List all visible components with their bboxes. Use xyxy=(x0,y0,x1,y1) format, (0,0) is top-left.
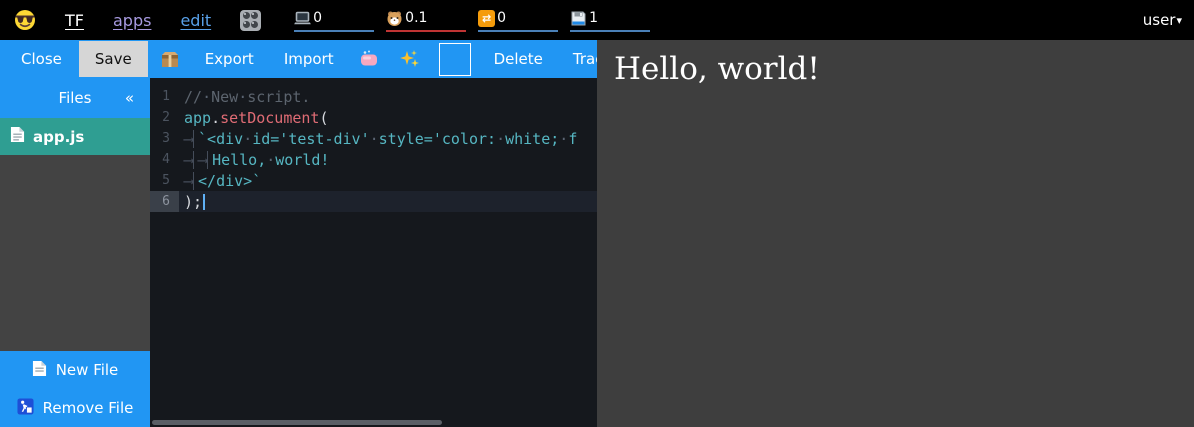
user-menu[interactable]: user ▾ xyxy=(1143,11,1182,29)
horizontal-scrollbar[interactable] xyxy=(152,420,442,425)
workspace: Files « app.js xyxy=(0,78,597,427)
hamster-icon xyxy=(386,10,403,27)
editor-app: Close Save Export Import xyxy=(0,40,597,427)
litter-bin-icon xyxy=(17,398,34,419)
code-text: ⟶</div>` xyxy=(179,172,261,190)
repeat-icon: ⇄ xyxy=(478,10,495,27)
line-number: 5 xyxy=(150,170,179,191)
package-icon[interactable] xyxy=(152,45,188,73)
counter-memory-bar xyxy=(386,30,466,32)
brand-link[interactable]: TF xyxy=(65,11,84,30)
code-line[interactable]: 2app.setDocument( xyxy=(150,107,597,128)
remove-file-label: Remove File xyxy=(43,399,134,417)
sparkles-icon[interactable] xyxy=(391,44,429,74)
line-number: 6 xyxy=(150,191,179,212)
code-editor[interactable]: 1//·New·script.2app.setDocument(3⟶`<div·… xyxy=(150,78,597,427)
code-line[interactable]: 3⟶`<div·id='test-div'·style='color:·whit… xyxy=(150,128,597,149)
files-sidebar: Files « app.js xyxy=(0,78,150,427)
toolbar-input[interactable] xyxy=(439,43,471,76)
code-line[interactable]: 5⟶</div>` xyxy=(150,170,597,191)
editor-toolbar: Close Save Export Import xyxy=(0,40,597,78)
close-button[interactable]: Close xyxy=(8,43,75,75)
line-number: 2 xyxy=(150,107,179,128)
counter-storage-value: 1 xyxy=(589,10,598,26)
counter-storage: 1 xyxy=(570,8,650,32)
file-name: app.js xyxy=(33,128,84,146)
code-text: ); xyxy=(179,193,205,211)
sidebar-actions: New File Remove File xyxy=(0,351,150,427)
sunglasses-face-icon[interactable] xyxy=(14,9,36,31)
import-button[interactable]: Import xyxy=(271,43,347,75)
new-file-button[interactable]: New File xyxy=(0,351,150,389)
main: Close Save Export Import xyxy=(0,40,1194,427)
soap-icon[interactable] xyxy=(351,45,387,73)
counter-cpu-bar xyxy=(294,30,374,32)
files-title: Files xyxy=(59,89,92,107)
code-line[interactable]: 1//·New·script. xyxy=(150,86,597,107)
file-item-appjs[interactable]: app.js xyxy=(0,118,150,155)
counter-sync-value: 0 xyxy=(497,10,506,26)
code-text: ⟶⟶Hello,·world! xyxy=(179,151,329,169)
chevron-down-icon: ▾ xyxy=(1176,14,1182,27)
new-file-label: New File xyxy=(56,361,119,379)
control-knobs-icon[interactable] xyxy=(240,10,261,31)
sidebar-empty-area xyxy=(0,155,150,351)
code-line[interactable]: 6); xyxy=(150,191,597,212)
counter-memory: 0.1 xyxy=(386,8,466,32)
counter-storage-bar xyxy=(570,30,650,32)
line-number: 1 xyxy=(150,86,179,107)
delete-button[interactable]: Delete xyxy=(481,43,556,75)
counter-cpu-value: 0 xyxy=(313,10,322,26)
status-counters: 0 0.1 xyxy=(294,8,650,32)
counter-memory-value: 0.1 xyxy=(405,10,427,26)
counter-cpu: 0 xyxy=(294,8,374,32)
nav-link-apps[interactable]: apps xyxy=(113,11,151,30)
collapse-sidebar-icon[interactable]: « xyxy=(125,89,134,107)
code-text: //·New·script. xyxy=(179,88,310,106)
new-file-icon xyxy=(32,360,47,381)
laptop-icon xyxy=(294,10,311,27)
save-button[interactable]: Save xyxy=(79,41,148,77)
user-menu-label: user xyxy=(1143,11,1176,29)
line-number: 4 xyxy=(150,149,179,170)
remove-file-button[interactable]: Remove File xyxy=(0,389,150,427)
counter-sync: ⇄ 0 xyxy=(478,8,558,32)
text-cursor xyxy=(203,194,205,210)
code-text: app.setDocument( xyxy=(179,109,329,127)
document-icon xyxy=(10,126,25,147)
line-number: 3 xyxy=(150,128,179,149)
nav-link-edit[interactable]: edit xyxy=(180,11,211,30)
files-header: Files « xyxy=(0,78,150,118)
code-lines: 1//·New·script.2app.setDocument(3⟶`<div·… xyxy=(150,86,597,212)
code-text: ⟶`<div·id='test-div'·style='color:·white… xyxy=(179,130,577,148)
floppy-icon xyxy=(570,10,587,27)
preview-text: Hello, world! xyxy=(614,51,1177,87)
code-line[interactable]: 4⟶⟶Hello,·world! xyxy=(150,149,597,170)
preview-panel: Hello, world! xyxy=(597,40,1194,427)
counter-sync-bar xyxy=(478,30,558,32)
export-button[interactable]: Export xyxy=(192,43,267,75)
topbar: TF apps edit 0 xyxy=(0,0,1194,40)
